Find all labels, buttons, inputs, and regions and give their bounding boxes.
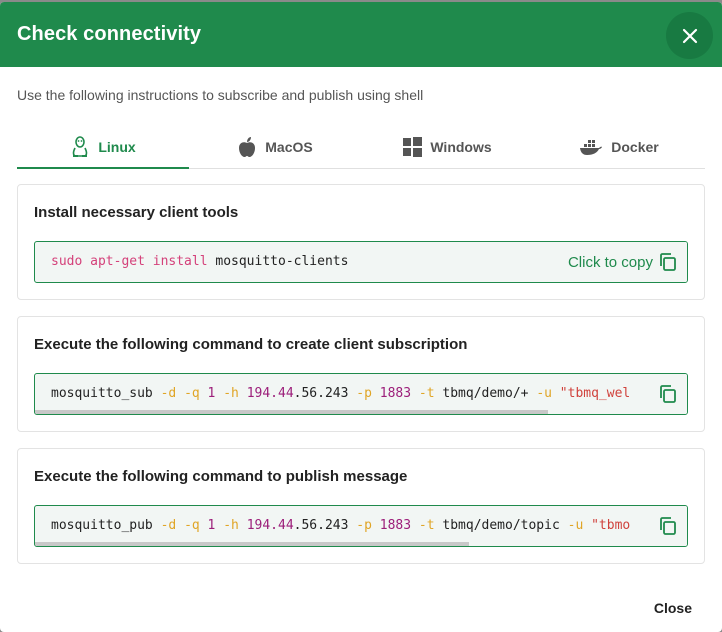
subscribe-command-text: mosquitto_sub -d -q 1 -h 194.44.56.243 -… (51, 386, 630, 401)
install-command-box[interactable]: sudo apt-get install mosquitto-clients C… (34, 241, 688, 283)
copy-icon (660, 517, 676, 535)
copy-button[interactable]: Click to copy (559, 242, 687, 282)
cmd-host-b: .56.243 (293, 386, 349, 401)
command-package: mosquitto-clients (207, 254, 349, 269)
step-publish-card: Execute the following command to publish… (17, 448, 705, 564)
close-dialog-button[interactable] (666, 12, 713, 59)
cmd-topic: tbmq/demo/topic (442, 518, 560, 533)
copy-icon (660, 253, 676, 271)
step-subscribe-title: Execute the following command to create … (34, 336, 468, 353)
cmd-port: 1883 (379, 386, 412, 401)
os-tabs: Linux MacOS Windows Docker (17, 127, 705, 169)
cmd-name: mosquitto_sub (51, 386, 153, 401)
close-icon (682, 28, 697, 43)
command-keyword: sudo apt-get install (51, 254, 208, 269)
cmd-flag: -h (223, 386, 239, 401)
cmd-flag: -u (536, 386, 552, 401)
subscribe-command-box[interactable]: mosquitto_sub -d -q 1 -h 194.44.56.243 -… (34, 373, 688, 415)
cmd-number: 1 (207, 386, 216, 401)
close-button[interactable]: Close (654, 600, 692, 616)
copy-button[interactable] (653, 374, 687, 414)
cmd-flag: -u (567, 518, 584, 533)
tab-windows-label: Windows (430, 139, 492, 155)
install-command-text: sudo apt-get install mosquitto-clients (51, 254, 348, 269)
tab-docker-label: Docker (611, 139, 659, 155)
cmd-user: "tbmq_wel (559, 386, 631, 401)
copy-icon (660, 385, 676, 403)
copy-button[interactable] (653, 506, 687, 546)
publish-command-box[interactable]: mosquitto_pub -d -q 1 -h 194.44.56.243 -… (34, 505, 688, 547)
tab-linux-label: Linux (98, 139, 136, 155)
cmd-flag: -h (223, 518, 239, 533)
cmd-flag: -q (184, 386, 200, 401)
tab-linux[interactable]: Linux (17, 127, 189, 169)
horizontal-scrollbar[interactable] (35, 542, 469, 546)
step-install-card: Install necessary client tools sudo apt-… (17, 184, 705, 300)
cmd-host-b: .56.243 (293, 518, 349, 533)
linux-penguin-icon (73, 136, 88, 157)
tab-docker[interactable]: Docker (533, 127, 705, 167)
cmd-flag: -p (356, 518, 372, 533)
cmd-host-a: 194.44 (246, 386, 294, 401)
step-subscribe-card: Execute the following command to create … (17, 316, 705, 432)
copy-button-label: Click to copy (567, 253, 653, 271)
dialog-title: Check connectivity (17, 23, 202, 45)
step-install-title: Install necessary client tools (34, 204, 239, 221)
windows-icon (403, 137, 423, 157)
cmd-flag: -q (184, 518, 200, 533)
cmd-user: "tbmo (591, 518, 631, 533)
cmd-flag: -d (160, 518, 177, 533)
dialog-subtitle: Use the following instructions to subscr… (17, 87, 424, 103)
dialog-header: Check connectivity (0, 2, 722, 67)
docker-icon (580, 140, 603, 155)
cmd-port: 1883 (379, 518, 412, 533)
cmd-flag: -p (356, 386, 372, 401)
publish-command-text: mosquitto_pub -d -q 1 -h 194.44.56.243 -… (51, 518, 630, 533)
cmd-number: 1 (207, 518, 216, 533)
tab-macos[interactable]: MacOS (189, 127, 361, 167)
cmd-host-a: 194.44 (246, 518, 294, 533)
cmd-flag: -d (160, 386, 177, 401)
cmd-topic: tbmq/demo/+ (442, 386, 529, 401)
tab-macos-label: MacOS (265, 139, 313, 155)
cmd-flag: -t (418, 518, 435, 533)
apple-icon (239, 137, 256, 157)
cmd-flag: -t (418, 386, 435, 401)
check-connectivity-dialog: Check connectivity Use the following ins… (0, 2, 722, 632)
tab-windows[interactable]: Windows (361, 127, 533, 167)
step-publish-title: Execute the following command to publish… (34, 468, 408, 485)
horizontal-scrollbar[interactable] (35, 410, 548, 414)
cmd-name: mosquitto_pub (51, 518, 153, 533)
